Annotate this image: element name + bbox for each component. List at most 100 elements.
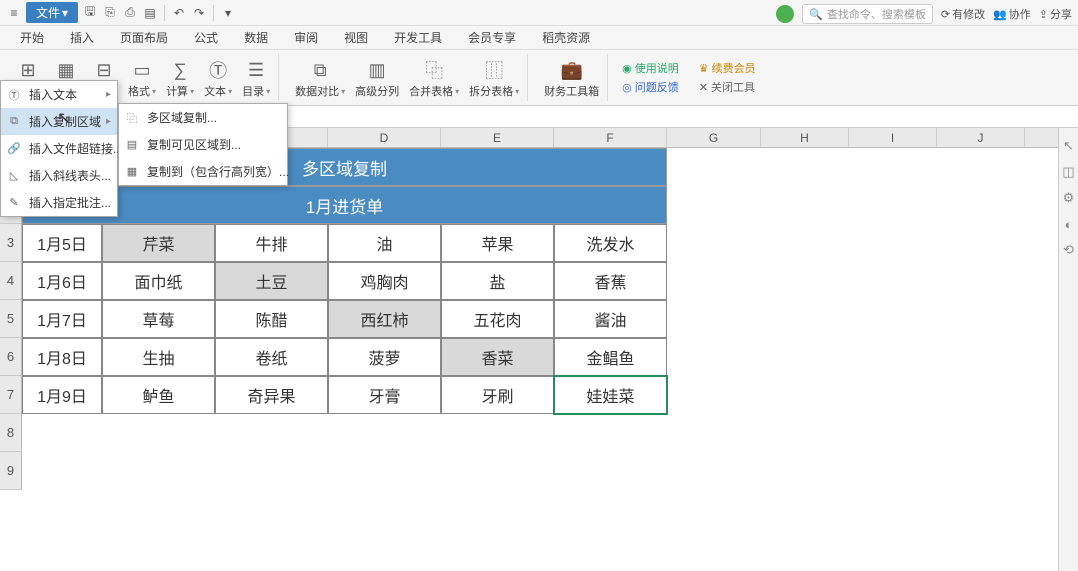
row-header-6[interactable]: 6 [0, 338, 21, 376]
side-settings-icon[interactable]: ⚙ [1061, 190, 1077, 206]
print-icon[interactable]: ⎙ [122, 5, 138, 21]
col-header-H[interactable]: H [761, 128, 849, 147]
tab-insert[interactable]: 插入 [58, 26, 106, 49]
tab-dev[interactable]: 开发工具 [382, 26, 454, 49]
ctx-insert-copy-area[interactable]: ⧉插入复制区域 [1, 108, 117, 135]
text-button[interactable]: Ⓣ文本 [202, 54, 234, 101]
ctx-insert-file-link[interactable]: 🔗插入文件超链接... [1, 135, 117, 162]
col-header-F[interactable]: F [554, 128, 667, 147]
row-header-7[interactable]: 7 [0, 376, 21, 414]
cell-r3-c2[interactable]: 菠萝 [328, 338, 441, 376]
adv-split-button[interactable]: ▥高级分列 [353, 54, 401, 101]
tab-view[interactable]: 视图 [332, 26, 380, 49]
cell-r1-c4[interactable]: 香蕉 [554, 262, 667, 300]
tab-formulas[interactable]: 公式 [182, 26, 230, 49]
cell-r2-c3[interactable]: 五花肉 [441, 300, 554, 338]
cell-r1-c0[interactable]: 面巾纸 [102, 262, 215, 300]
col-header-I[interactable]: I [849, 128, 937, 147]
cell-date-r3[interactable]: 1月8日 [22, 338, 102, 376]
tab-resources[interactable]: 稻壳资源 [530, 26, 602, 49]
command-search[interactable]: 🔍 查找命令、搜索模板 [802, 4, 933, 24]
formula-input[interactable] [165, 106, 1078, 127]
cell-r4-c0[interactable]: 鲈鱼 [102, 376, 215, 414]
cell-r1-c2[interactable]: 鸡胸肉 [328, 262, 441, 300]
calc-button[interactable]: ∑计算 [164, 54, 196, 101]
undo-icon[interactable]: ↶ [171, 5, 187, 21]
coop-button[interactable]: 👥 协作 [993, 6, 1031, 22]
cell-r4-c3[interactable]: 牙刷 [441, 376, 554, 414]
copy-area-submenu[interactable]: ⿻多区域复制... ▤复制可见区域到... ▦复制到（包含行高列宽）... [118, 103, 288, 186]
col-header-E[interactable]: E [441, 128, 554, 147]
save-icon[interactable]: 🖫 [82, 5, 98, 21]
row-header-3[interactable]: 3 [0, 224, 21, 262]
col-header-J[interactable]: J [937, 128, 1025, 147]
insert-context-menu[interactable]: Ⓣ插入文本 ⧉插入复制区域 🔗插入文件超链接... ◺插入斜线表头... ✎插入… [0, 80, 118, 217]
print-preview-icon[interactable]: ▤ [142, 5, 158, 21]
ctx-insert-diagonal[interactable]: ◺插入斜线表头... [1, 162, 117, 189]
col-header-D[interactable]: D [328, 128, 441, 147]
renew-link[interactable]: ♛ 续费会员 [699, 60, 756, 76]
cell-r2-c0[interactable]: 草莓 [102, 300, 215, 338]
cell-r1-c3[interactable]: 盐 [441, 262, 554, 300]
cell-date-r1[interactable]: 1月6日 [22, 262, 102, 300]
user-avatar[interactable] [776, 5, 794, 23]
cell-date-r2[interactable]: 1月7日 [22, 300, 102, 338]
cell-r0-c3[interactable]: 苹果 [441, 224, 554, 262]
format-button[interactable]: ▭格式 [126, 54, 158, 101]
menu-icon[interactable]: ≡ [6, 5, 22, 21]
cell-date-r0[interactable]: 1月5日 [22, 224, 102, 262]
cell-r3-c4[interactable]: 金鲳鱼 [554, 338, 667, 376]
row-header-4[interactable]: 4 [0, 262, 21, 300]
split-tables-button[interactable]: ⿲拆分表格 [467, 54, 521, 101]
sub-multi-area-copy[interactable]: ⿻多区域复制... [119, 104, 287, 131]
title-row-2[interactable]: 1月进货单 [22, 186, 667, 224]
cell-date-r4[interactable]: 1月9日 [22, 376, 102, 414]
row-header-5[interactable]: 5 [0, 300, 21, 338]
cell-r0-c0[interactable]: 芹菜 [102, 224, 215, 262]
cell-r2-c1[interactable]: 陈醋 [215, 300, 328, 338]
cell-r4-c1[interactable]: 奇异果 [215, 376, 328, 414]
tab-home[interactable]: 开始 [8, 26, 56, 49]
cell-r3-c3[interactable]: 香菜 [441, 338, 554, 376]
close-tool-link[interactable]: ✕ 关闭工具 [699, 79, 755, 95]
help-link[interactable]: ◉ 使用说明 [622, 60, 679, 76]
side-backup-icon[interactable]: ⟲ [1061, 242, 1077, 258]
side-chart-icon[interactable]: ◐ [1061, 216, 1077, 232]
tab-page-layout[interactable]: 页面布局 [108, 26, 180, 49]
sub-copy-with-size[interactable]: ▦复制到（包含行高列宽）... [119, 158, 287, 185]
ctx-insert-text[interactable]: Ⓣ插入文本 [1, 81, 117, 108]
cell-r1-c1[interactable]: 土豆 [215, 262, 328, 300]
cell-r4-c4[interactable]: 娃娃菜 [554, 376, 667, 414]
cell-r0-c4[interactable]: 洗发水 [554, 224, 667, 262]
side-cursor-icon[interactable]: ↖ [1061, 138, 1077, 154]
cell-r2-c4[interactable]: 酱油 [554, 300, 667, 338]
ctx-insert-comment[interactable]: ✎插入指定批注... [1, 189, 117, 216]
cell-r0-c1[interactable]: 牛排 [215, 224, 328, 262]
tab-review[interactable]: 审阅 [282, 26, 330, 49]
qat-customize-icon[interactable]: ▾ [220, 5, 236, 21]
merge-tables-button[interactable]: ⿻合并表格 [407, 54, 461, 101]
row-header-8[interactable]: 8 [0, 414, 21, 452]
finance-toolbox-button[interactable]: 💼财务工具箱 [542, 54, 601, 101]
save-as-icon[interactable]: ⎘ [102, 5, 118, 21]
redo-icon[interactable]: ↷ [191, 5, 207, 21]
data-compare-button[interactable]: ⧉数据对比 [293, 54, 347, 101]
spreadsheet-grid[interactable]: ABCDEFGHIJ 123456789 多区域复制1月进货单1月5日芹菜牛排油… [0, 128, 1078, 571]
cell-r2-c2[interactable]: 西红柿 [328, 300, 441, 338]
col-header-G[interactable]: G [667, 128, 761, 147]
cell-r4-c2[interactable]: 牙膏 [328, 376, 441, 414]
unsaved-indicator[interactable]: ⟳ 有修改 [941, 6, 985, 22]
cell-area[interactable]: 多区域复制1月进货单1月5日芹菜牛排油苹果洗发水1月6日面巾纸土豆鸡胸肉盐香蕉1… [22, 148, 1058, 571]
side-select-icon[interactable]: ◫ [1061, 164, 1077, 180]
cell-r3-c1[interactable]: 卷纸 [215, 338, 328, 376]
file-menu-button[interactable]: 文件▾ [26, 2, 78, 23]
row-header-9[interactable]: 9 [0, 452, 21, 490]
tab-vip[interactable]: 会员专享 [456, 26, 528, 49]
cell-r3-c0[interactable]: 生抽 [102, 338, 215, 376]
tab-data[interactable]: 数据 [232, 26, 280, 49]
sub-copy-visible[interactable]: ▤复制可见区域到... [119, 131, 287, 158]
cell-r0-c2[interactable]: 油 [328, 224, 441, 262]
toc-button[interactable]: ☰目录 [240, 54, 272, 101]
share-button[interactable]: ⇪ 分享 [1039, 6, 1072, 22]
feedback-link[interactable]: ◎ 问题反馈 [622, 79, 679, 95]
